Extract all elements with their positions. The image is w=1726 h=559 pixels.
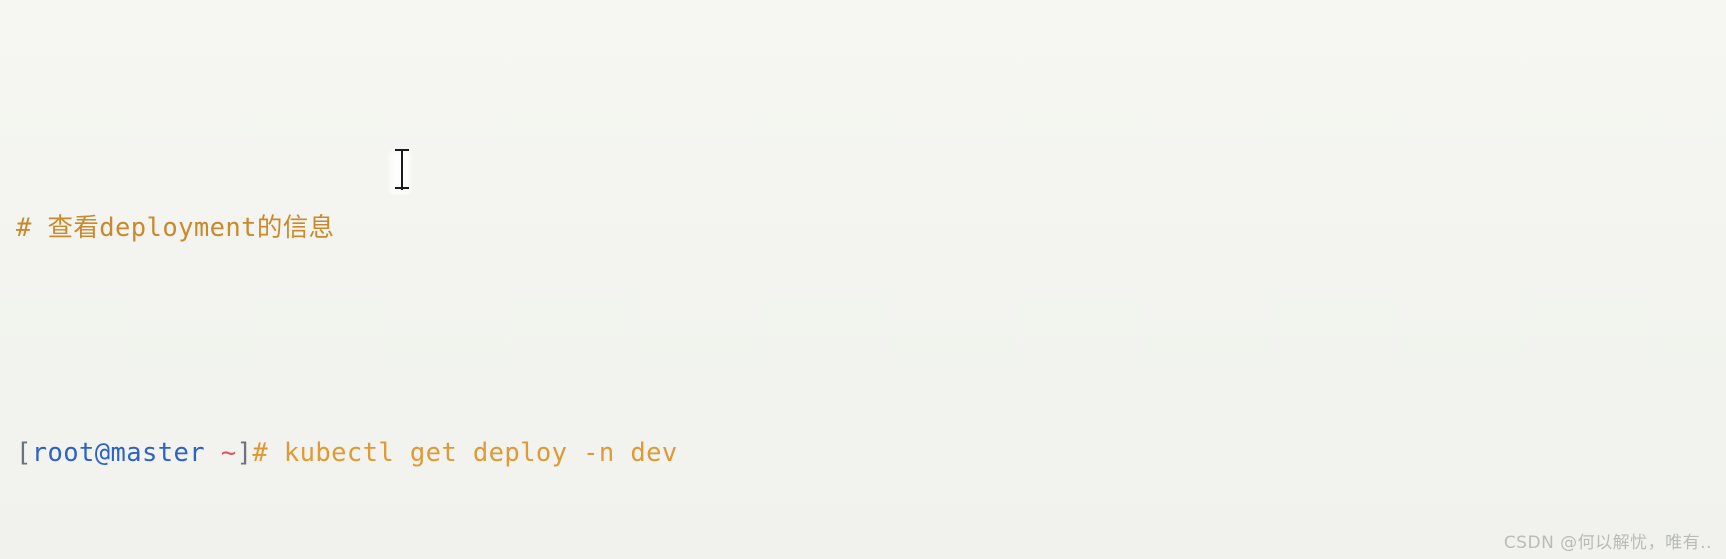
command-line-get-deploy: [root@master ~]# kubectl get deploy -n d… (16, 431, 1726, 476)
comment-line-deployment-info: # 查看deployment的信息 (16, 206, 1726, 251)
prompt-bracket-close: ] (236, 438, 253, 468)
prompt-cwd-tilde: ~ (220, 438, 237, 468)
command-text: kubectl get deploy -n dev (268, 438, 678, 468)
comment-text: # 查看deployment的信息 (16, 213, 335, 243)
csdn-watermark: CSDN @何以解忧，唯有.. (1503, 533, 1712, 553)
terminal-output: # 查看deployment的信息 [root@master ~]# kubec… (0, 0, 1726, 559)
prompt-user-host: root@master (31, 438, 206, 468)
terminal-screenshot: # 查看deployment的信息 [root@master ~]# kubec… (0, 0, 1726, 559)
prompt-bracket-open: [ (16, 438, 32, 468)
prompt-hash-symbol: # (252, 438, 269, 468)
